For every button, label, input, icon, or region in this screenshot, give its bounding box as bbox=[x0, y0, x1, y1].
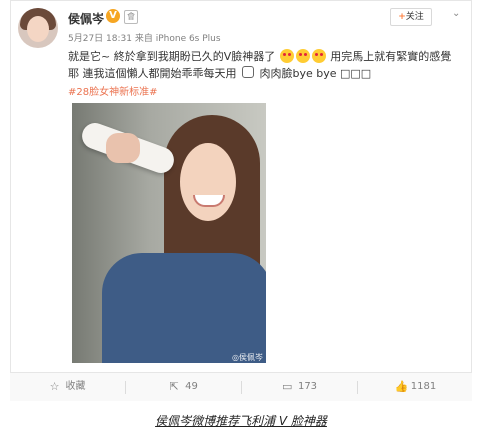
verified-icon: V bbox=[106, 9, 120, 23]
favorite-label: 收藏 bbox=[65, 381, 86, 392]
post-text-part1: 就是它~ 終於拿到我期盼已久的V臉神器了 bbox=[68, 50, 276, 63]
post-source: 来自 iPhone 6s Plus bbox=[134, 34, 221, 44]
image-caption: 侯佩岑微博推荐飞利浦 V 脸神器 bbox=[155, 414, 327, 428]
post-text-part3: 肉肉臉bye bye □□□ bbox=[259, 67, 372, 80]
follow-label: 关注 bbox=[405, 12, 424, 22]
photo-shirt bbox=[102, 253, 266, 363]
action-bar: ☆ 收藏 ⇱ 49 ▭ 173 👍 1181 bbox=[10, 372, 472, 401]
favorite-button[interactable]: ☆ 收藏 bbox=[10, 373, 125, 401]
comment-count: 173 bbox=[297, 381, 318, 392]
star-icon: ☆ bbox=[49, 380, 60, 393]
face-emoji-icon bbox=[242, 66, 254, 78]
photo-face bbox=[180, 143, 236, 221]
heart-eyes-emoji-icon bbox=[279, 49, 294, 63]
thumbs-up-icon: 👍 bbox=[394, 380, 409, 393]
repost-button[interactable]: ⇱ 49 bbox=[126, 373, 241, 401]
hashtag-link[interactable]: #28脸女神新标准# bbox=[68, 83, 157, 98]
like-count: 1181 bbox=[410, 381, 437, 392]
repost-count: 49 bbox=[185, 381, 198, 392]
heart-eyes-emoji-icon bbox=[295, 49, 310, 63]
chevron-down-icon[interactable]: ⌄ bbox=[452, 9, 462, 19]
comment-button[interactable]: ▭ 173 bbox=[242, 373, 357, 401]
post-text: 就是它~ 終於拿到我期盼已久的V臉神器了 用完馬上就有緊實的感覺耶 連我這個懶人… bbox=[68, 48, 458, 82]
avatar-face bbox=[27, 16, 49, 42]
plus-icon: + bbox=[398, 12, 406, 22]
author-name[interactable]: 侯佩岑 bbox=[68, 10, 104, 27]
member-icon: 會 bbox=[124, 10, 138, 24]
repost-icon: ⇱ bbox=[169, 380, 179, 393]
avatar[interactable] bbox=[18, 8, 58, 48]
photo-hand bbox=[106, 133, 140, 163]
post-date[interactable]: 5月27日 18:31 bbox=[68, 34, 132, 44]
comment-icon: ▭ bbox=[281, 380, 293, 393]
follow-button[interactable]: +关注 bbox=[390, 8, 432, 26]
post-photo[interactable]: ◎侯佩岑 bbox=[72, 103, 266, 363]
photo-watermark: ◎侯佩岑 bbox=[232, 353, 263, 362]
heart-eyes-emoji-icon bbox=[311, 49, 326, 63]
post-meta: 5月27日 18:31 来自 iPhone 6s Plus bbox=[68, 31, 221, 44]
like-button[interactable]: 👍 1181 bbox=[358, 373, 473, 401]
